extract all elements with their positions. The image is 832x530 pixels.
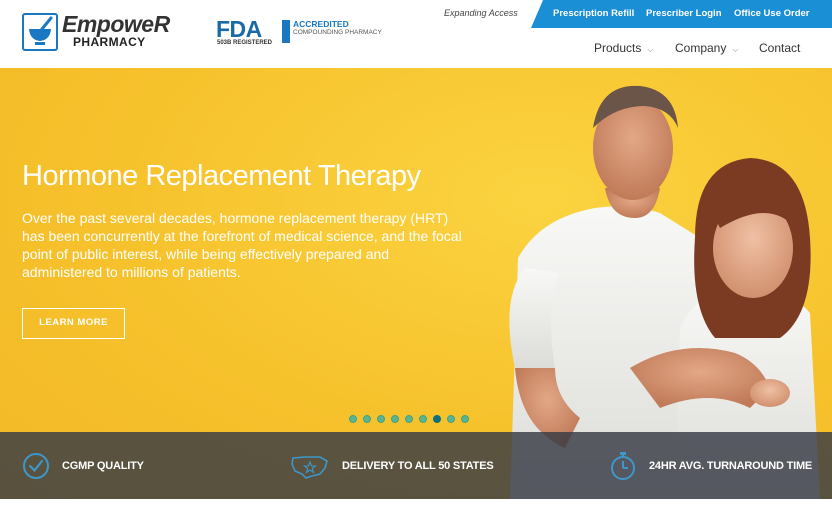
tagline: Expanding Access: [444, 8, 518, 18]
stopwatch-icon: [611, 451, 635, 480]
nav-contact[interactable]: Contact: [759, 41, 800, 55]
logo-wordmark: EmpoweR: [62, 11, 170, 37]
carousel-dot[interactable]: [349, 415, 357, 423]
feature-24hr-turnaround: 24HR AVG. TURNAROUND TIME: [609, 432, 812, 499]
hero-title: Hormone Replacement Therapy: [22, 160, 421, 192]
carousel-dot[interactable]: [391, 415, 399, 423]
nav-contact-label: Contact: [759, 41, 801, 55]
usa-map-icon: [291, 455, 328, 479]
fda-text: FDA: [216, 16, 262, 42]
carousel-dot[interactable]: [447, 415, 455, 423]
chevron-down-icon: ⌵: [647, 45, 654, 54]
mortar-pestle-icon: [22, 13, 58, 51]
feature-label: DELIVERY TO ALL 50 STATES: [342, 459, 494, 472]
learn-more-button[interactable]: LEARN MORE: [22, 308, 125, 339]
carousel-dot[interactable]: [363, 415, 371, 423]
chevron-down-icon: ⌵: [732, 45, 739, 54]
check-circle-icon: [23, 452, 49, 479]
feature-label: 24HR AVG. TURNAROUND TIME: [649, 459, 813, 472]
features-bar: CGMP QUALITY DELIVERY TO ALL 50 STATES 2…: [0, 432, 832, 499]
utility-bar: Prescription Refill Prescriber Login Off…: [531, 0, 832, 28]
carousel-dot[interactable]: [377, 415, 385, 423]
carousel-dots: [349, 415, 469, 423]
fda-registered-text: 503B REGISTERED: [217, 40, 273, 46]
feature-label: CGMP QUALITY: [62, 459, 144, 472]
carousel-dot[interactable]: [461, 415, 469, 423]
nav-company[interactable]: Company ⌵: [675, 41, 738, 55]
nav-company-label: Company: [675, 41, 727, 55]
empower-pharmacy-logo[interactable]: EmpoweR PHARMACY: [22, 11, 182, 53]
hero-description: Over the past several decades, hormone r…: [22, 210, 462, 280]
prescription-refill-link[interactable]: Prescription Refill: [553, 8, 634, 19]
prescriber-login-link[interactable]: Prescriber Login: [646, 8, 722, 19]
fda-badge: FDA 503B REGISTERED: [216, 16, 272, 48]
feature-cgmp-quality: CGMP QUALITY: [22, 432, 144, 499]
feature-delivery-50-states: DELIVERY TO ALL 50 STATES: [290, 432, 494, 499]
office-use-order-link[interactable]: Office Use Order: [734, 8, 810, 19]
pcab-accreditation-badge: ACCREDITED COMPOUNDING PHARMACY: [282, 18, 382, 46]
nav-products-label: Products: [594, 41, 642, 55]
logo-subtitle: PHARMACY: [73, 35, 146, 49]
carousel-dot[interactable]: [405, 415, 413, 423]
site-header: EmpoweR PHARMACY FDA 503B REGISTERED ACC…: [0, 0, 832, 68]
carousel-dot[interactable]: [419, 415, 427, 423]
nav-products[interactable]: Products ⌵: [594, 41, 653, 55]
carousel-dot[interactable]: [433, 415, 441, 423]
pcab-seal-icon: [282, 20, 290, 43]
pcab-accredited-text: ACCREDITED: [293, 19, 349, 29]
page-below-fold: [0, 499, 832, 530]
pcab-compounding-text: COMPOUNDING PHARMACY: [293, 29, 382, 36]
